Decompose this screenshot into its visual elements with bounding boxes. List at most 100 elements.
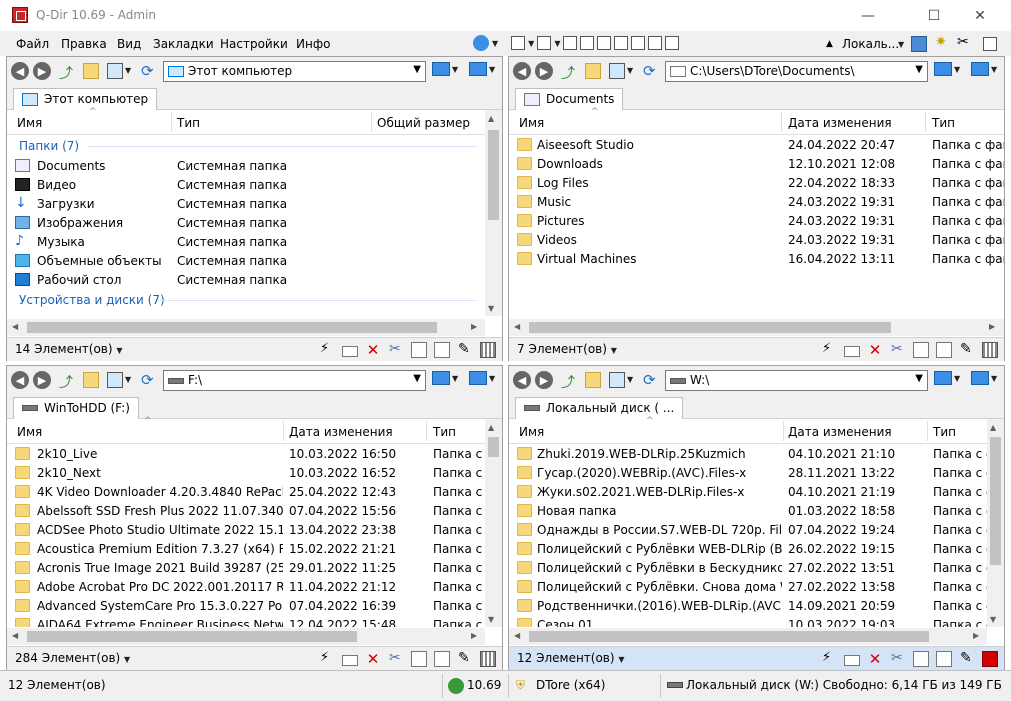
address-dropdown-icon[interactable]: ▼ (413, 64, 421, 75)
view-mode-dropdown-icon[interactable]: ▼ (627, 375, 633, 384)
layout-2h-icon[interactable] (537, 36, 552, 50)
up-folder-icon[interactable]: ⤴ (59, 63, 75, 82)
paste-icon[interactable] (434, 651, 450, 667)
copy-icon[interactable] (913, 342, 929, 358)
forward-button[interactable]: ▶ (33, 62, 51, 80)
horizontal-scrollbar[interactable]: ◀ ▶ (7, 628, 485, 645)
scroll-right-icon[interactable]: ▶ (471, 631, 477, 640)
forward-button[interactable]: ▶ (535, 371, 553, 389)
locale-dropdown-icon[interactable]: ▼ (898, 40, 904, 49)
view-mode-dropdown-icon[interactable]: ▼ (627, 66, 633, 75)
table-row[interactable]: Pictures 24.03.2022 19:31 Папка с фай (509, 212, 1004, 231)
view-button-1[interactable]: ▼ (432, 62, 458, 76)
vertical-scrollbar[interactable]: ▲ ▼ (485, 419, 502, 627)
view-button-1[interactable]: ▼ (432, 371, 458, 385)
back-button[interactable]: ◀ (513, 371, 531, 389)
list-item[interactable]: ♪ Музыка Системная папка (7, 233, 485, 252)
view-mode-icon[interactable] (107, 63, 123, 79)
cut-icon[interactable] (890, 341, 906, 358)
col-type[interactable]: Тип (932, 116, 955, 130)
scroll-down-icon[interactable]: ▼ (488, 304, 494, 313)
new-folder-icon[interactable] (585, 63, 601, 79)
up-folder-icon[interactable]: ⤴ (561, 372, 577, 391)
col-name[interactable]: Имя (17, 425, 42, 439)
rename-icon[interactable] (959, 341, 975, 358)
properties-icon[interactable] (982, 342, 998, 358)
delete-icon[interactable]: ✕ (867, 651, 883, 667)
list-item[interactable]: Видео Системная папка (7, 176, 485, 195)
refresh-icon[interactable]: ⟳ (141, 62, 157, 80)
paste-icon[interactable] (936, 651, 952, 667)
table-row[interactable]: Сезон 0110.03.2022 19:03Папка с фа (509, 616, 987, 627)
group-header[interactable]: Устройства и диски (7) (7, 290, 485, 311)
list-item[interactable]: Изображения Системная папка (7, 214, 485, 233)
table-row[interactable]: Advanced SystemCare Pro 15.3.0.227 Porta… (7, 597, 485, 616)
delete-icon[interactable]: ✕ (365, 651, 381, 667)
item-count[interactable]: 284 Элемент(ов) ▼ (15, 651, 130, 665)
col-type[interactable]: Тип (933, 425, 956, 439)
table-row[interactable]: Log Files 22.04.2022 18:33 Папка с фай (509, 174, 1004, 193)
cut-icon[interactable] (388, 650, 404, 667)
close-button[interactable]: ✕ (957, 0, 1003, 31)
flash-icon[interactable] (319, 650, 335, 667)
item-count[interactable]: 12 Элемент(ов) ▼ (517, 651, 625, 665)
rename-icon[interactable] (457, 650, 473, 667)
layout-3c-icon[interactable] (614, 36, 629, 50)
col-total-size[interactable]: Общий размер (377, 116, 470, 130)
scroll-up-icon[interactable]: ▲ (488, 423, 494, 432)
up-folder-icon[interactable]: ⤴ (561, 63, 577, 82)
maximize-button[interactable]: ☐ (911, 0, 957, 31)
view-mode-icon[interactable] (107, 372, 123, 388)
table-row[interactable]: Полицейский с Рублёвки. Снова дома WE...… (509, 578, 987, 597)
tab-this-pc[interactable]: Этот компьютер (13, 88, 158, 110)
view-button-2[interactable]: ▼ (971, 62, 997, 76)
table-row[interactable]: Однажды в России.S7.WEB-DL 720p. Files-x… (509, 521, 987, 540)
address-bar[interactable]: Этот компьютер ▼ (163, 61, 426, 82)
scroll-thumb[interactable] (488, 130, 499, 220)
mail-icon[interactable] (844, 654, 860, 666)
scroll-up-icon[interactable]: ▲ (488, 114, 494, 123)
table-row[interactable]: Music 24.03.2022 19:31 Папка с фай (509, 193, 1004, 212)
forward-button[interactable]: ▶ (535, 62, 553, 80)
horizontal-scrollbar[interactable]: ◀ ▶ (509, 319, 1004, 336)
table-row[interactable]: AIDA64 Extreme Engineer Business Networ.… (7, 616, 485, 627)
table-row[interactable]: Downloads 12.10.2021 12:08 Папка с фай (509, 155, 1004, 174)
scroll-thumb[interactable] (529, 631, 929, 642)
address-bar[interactable]: F:\ ▼ (163, 370, 426, 391)
rename-icon[interactable] (959, 650, 975, 667)
layout-3a-icon[interactable] (580, 36, 595, 50)
delete-icon[interactable]: ✕ (867, 342, 883, 358)
table-row[interactable]: Новая папка01.03.2022 18:58Папка с фа (509, 502, 987, 521)
flash-icon[interactable] (821, 341, 837, 358)
menu-info[interactable]: Инфо (296, 37, 330, 51)
col-date[interactable]: Дата изменения (788, 116, 892, 130)
flash-icon[interactable] (821, 650, 837, 667)
layout-3b-icon[interactable] (597, 36, 612, 50)
up-folder-icon[interactable]: ⤴ (59, 372, 75, 391)
scroll-thumb[interactable] (27, 322, 437, 333)
layout-grid-icon[interactable] (511, 36, 526, 50)
paste-icon[interactable] (936, 342, 952, 358)
properties-icon[interactable] (982, 651, 998, 667)
view-button-1[interactable]: ▼ (934, 371, 960, 385)
menu-view[interactable]: Вид (117, 37, 141, 51)
scroll-up-icon[interactable]: ▲ (990, 423, 996, 432)
vertical-scrollbar[interactable]: ▲ ▼ (485, 110, 502, 316)
table-row[interactable]: 2k10_Live10.03.2022 16:50Папка с ф (7, 445, 485, 464)
new-folder-icon[interactable] (83, 372, 99, 388)
col-date[interactable]: Дата изменения (289, 425, 393, 439)
address-dropdown-icon[interactable]: ▼ (915, 373, 923, 384)
tab-wintohdd[interactable]: WinToHDD (F:) (13, 397, 139, 419)
properties-icon[interactable] (480, 651, 496, 667)
scroll-down-icon[interactable]: ▼ (488, 615, 494, 624)
table-row[interactable]: Acronis True Image 2021 Build 39287 (25.… (7, 559, 485, 578)
scroll-left-icon[interactable]: ◀ (12, 631, 18, 640)
refresh-icon[interactable]: ⟳ (643, 371, 659, 389)
menu-bookmarks[interactable]: Закладки (153, 37, 214, 51)
layout-3d-icon[interactable] (631, 36, 646, 50)
mail-icon[interactable] (342, 345, 358, 357)
tab-documents[interactable]: Documents (515, 88, 624, 110)
rename-icon[interactable] (457, 341, 473, 358)
view-mode-icon[interactable] (609, 63, 625, 79)
scroll-left-icon[interactable]: ◀ (514, 631, 520, 640)
